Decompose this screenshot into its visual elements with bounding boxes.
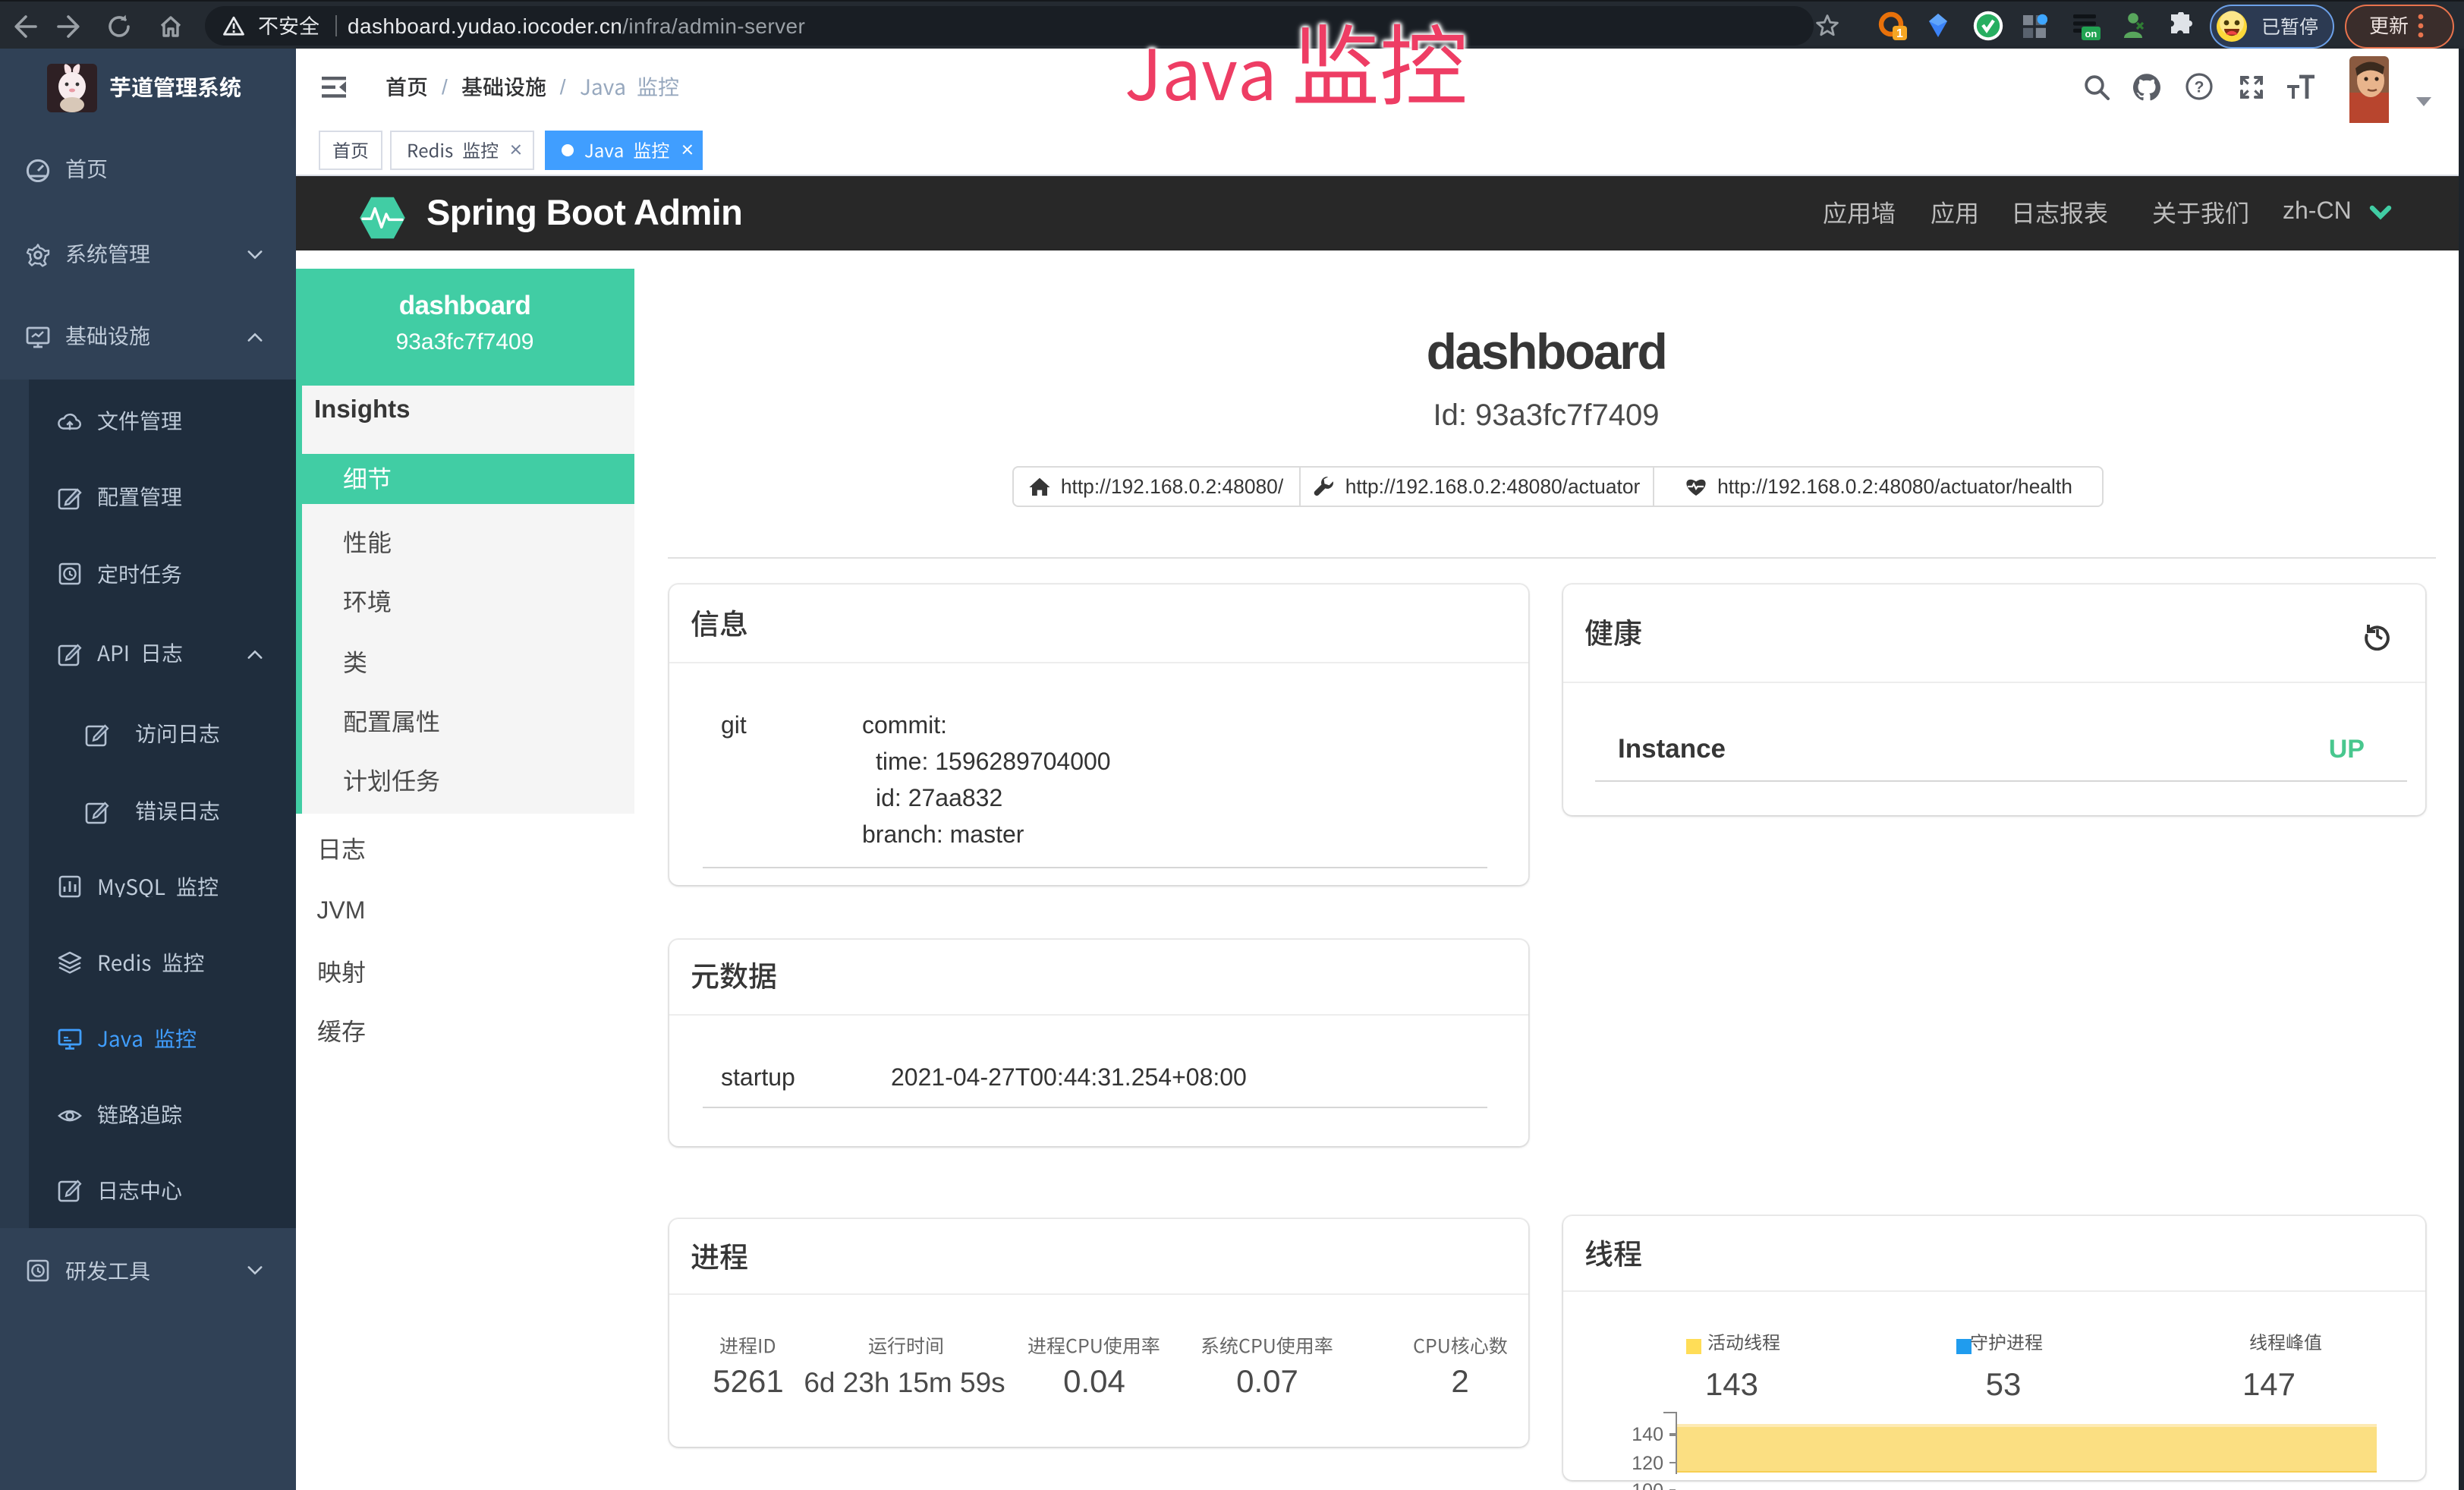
svg-text:on: on (2085, 27, 2097, 39)
svg-text:?: ? (2195, 78, 2204, 96)
svg-text:1: 1 (1896, 27, 1903, 40)
